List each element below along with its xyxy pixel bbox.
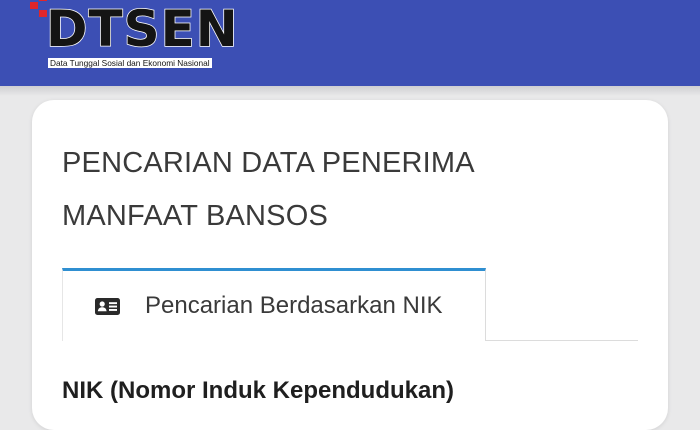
page-title: PENCARIAN DATA PENERIMA MANFAAT BANSOS	[62, 137, 582, 243]
page-title-line-2: MANFAAT BANSOS	[62, 200, 329, 232]
header-shadow	[0, 86, 700, 96]
nik-field-label: NIK (Nomor Induk Kependudukan)	[62, 377, 454, 404]
id-card-icon	[95, 298, 120, 315]
app-header: DTSEN Data Tunggal Sosial dan Ekonomi Na…	[0, 0, 700, 86]
page-title-line-1: PENCARIAN DATA PENERIMA	[62, 147, 475, 179]
tab-label: Pencarian Berdasarkan NIK	[145, 292, 443, 319]
logo-tagline: Data Tunggal Sosial dan Ekonomi Nasional	[48, 58, 212, 68]
logo-wordmark: DTSEN	[45, 0, 239, 58]
tab-search-by-nik[interactable]: Pencarian Berdasarkan NIK	[62, 268, 486, 341]
